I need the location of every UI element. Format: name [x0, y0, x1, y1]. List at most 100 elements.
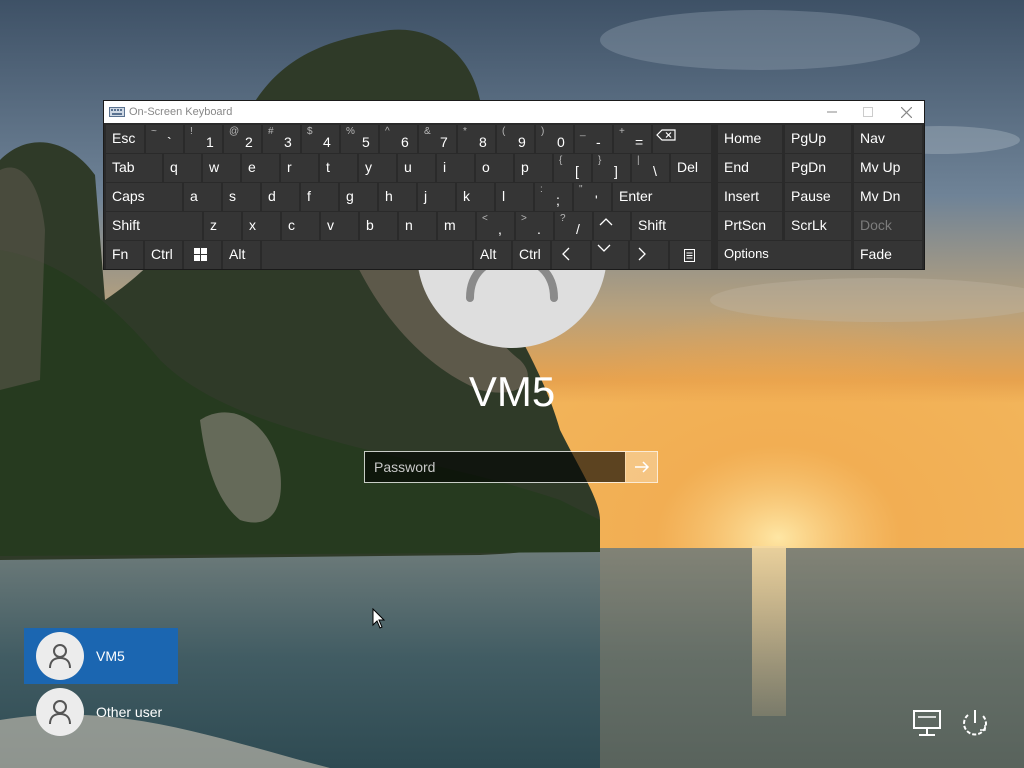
key-windows[interactable] [184, 241, 221, 269]
key-pause[interactable]: Pause [785, 183, 851, 211]
key-pgup[interactable]: PgUp [785, 125, 851, 153]
power-button[interactable] [958, 706, 992, 740]
key-b[interactable]: b [360, 212, 397, 240]
key-r[interactable]: r [281, 154, 318, 182]
key-up[interactable] [594, 212, 630, 240]
key-v[interactable]: v [321, 212, 358, 240]
key-space[interactable] [262, 241, 472, 269]
close-icon [900, 106, 912, 118]
minimize-button[interactable] [814, 101, 850, 123]
key-h[interactable]: h [379, 183, 416, 211]
key-home[interactable]: Home [718, 125, 782, 153]
key-x[interactable]: x [243, 212, 280, 240]
key-label: ] [614, 163, 618, 179]
key-prtscn[interactable]: PrtScn [718, 212, 782, 240]
key-del[interactable]: Del [671, 154, 711, 182]
key-scrlk[interactable]: ScrLk [785, 212, 851, 240]
key-end[interactable]: End [718, 154, 782, 182]
key-4[interactable]: $4 [302, 125, 339, 153]
key-backspace[interactable] [653, 125, 711, 153]
key-1[interactable]: ! 1 [185, 125, 222, 153]
key-fade[interactable]: Fade [854, 241, 922, 269]
key-alt-right[interactable]: Alt [474, 241, 511, 269]
key-dock[interactable]: Dock [854, 212, 922, 240]
key-tab[interactable]: Tab [106, 154, 162, 182]
key-left[interactable] [552, 241, 590, 269]
submit-button[interactable] [625, 452, 657, 482]
key-nav[interactable]: Nav [854, 125, 922, 153]
close-button[interactable] [888, 101, 924, 123]
key-p[interactable]: p [515, 154, 552, 182]
key-semicolon[interactable]: :; [535, 183, 572, 211]
key-m[interactable]: m [438, 212, 475, 240]
key-left-bracket[interactable]: {[ [554, 154, 591, 182]
user-tile-other-user[interactable]: Other user [24, 684, 178, 740]
key-down[interactable] [592, 241, 628, 269]
key-backslash[interactable]: | \ [632, 154, 669, 182]
key-caps[interactable]: Caps [106, 183, 182, 211]
user-icon [36, 688, 84, 736]
key-2[interactable]: @2 [224, 125, 261, 153]
key-comma[interactable]: <, [477, 212, 514, 240]
key-menu[interactable] [670, 241, 711, 269]
key-mv-up[interactable]: Mv Up [854, 154, 922, 182]
key-quote[interactable]: " ' [574, 183, 611, 211]
key-shift-left[interactable]: Shift [106, 212, 202, 240]
key-o[interactable]: o [476, 154, 513, 182]
key-k[interactable]: k [457, 183, 494, 211]
key-y[interactable]: y [359, 154, 396, 182]
key-n[interactable]: n [399, 212, 436, 240]
key-3[interactable]: #3 [263, 125, 300, 153]
key-esc[interactable]: Esc [106, 125, 144, 153]
key-f[interactable]: f [301, 183, 338, 211]
key-w[interactable]: w [203, 154, 240, 182]
key-ctrl-right[interactable]: Ctrl [513, 241, 550, 269]
key-enter[interactable]: Enter [613, 183, 711, 211]
key-label: Caps [112, 188, 145, 204]
key-q[interactable]: q [164, 154, 201, 182]
key-right[interactable] [630, 241, 668, 269]
key-u[interactable]: u [398, 154, 435, 182]
network-button[interactable] [910, 706, 944, 740]
key-label: k [463, 188, 470, 204]
osk-title: On-Screen Keyboard [129, 106, 233, 118]
key-8[interactable]: * 8 [458, 125, 495, 153]
key-7[interactable]: & 7 [419, 125, 456, 153]
key-9[interactable]: (9 [497, 125, 534, 153]
key-e[interactable]: e [242, 154, 279, 182]
key-insert[interactable]: Insert [718, 183, 782, 211]
key-s[interactable]: s [223, 183, 260, 211]
key-minus[interactable]: _ - [575, 125, 612, 153]
key-slash[interactable]: ? / [555, 212, 592, 240]
key-fn[interactable]: Fn [106, 241, 143, 269]
key-d[interactable]: d [262, 183, 299, 211]
key-g[interactable]: g [340, 183, 377, 211]
key-label: ; [556, 192, 560, 208]
key-l[interactable]: l [496, 183, 533, 211]
user-tile-vm5[interactable]: VM5 [24, 628, 178, 684]
key-shift-label: @ [229, 126, 240, 137]
key-6[interactable]: ^ 6 [380, 125, 417, 153]
key-right-bracket[interactable]: }] [593, 154, 630, 182]
key-equals[interactable]: + = [614, 125, 651, 153]
key-label: r [287, 159, 292, 175]
password-input[interactable] [365, 452, 625, 482]
key-mv-dn[interactable]: Mv Dn [854, 183, 922, 211]
key-5[interactable]: % 5 [341, 125, 378, 153]
key-c[interactable]: c [282, 212, 319, 240]
osk-titlebar[interactable]: On-Screen Keyboard [104, 101, 924, 123]
key-period[interactable]: >. [516, 212, 553, 240]
key-shift-right[interactable]: Shift [632, 212, 711, 240]
key-tilde[interactable]: ~ ` [146, 125, 183, 153]
key-pgdn[interactable]: PgDn [785, 154, 851, 182]
key-i[interactable]: i [437, 154, 474, 182]
key-0[interactable]: ) 0 [536, 125, 573, 153]
key-ctrl-left[interactable]: Ctrl [145, 241, 182, 269]
key-j[interactable]: j [418, 183, 455, 211]
key-alt-left[interactable]: Alt [223, 241, 260, 269]
key-t[interactable]: t [320, 154, 357, 182]
maximize-button[interactable] [850, 101, 886, 123]
key-a[interactable]: a [184, 183, 221, 211]
key-options[interactable]: Options [718, 241, 851, 269]
key-z[interactable]: z [204, 212, 241, 240]
